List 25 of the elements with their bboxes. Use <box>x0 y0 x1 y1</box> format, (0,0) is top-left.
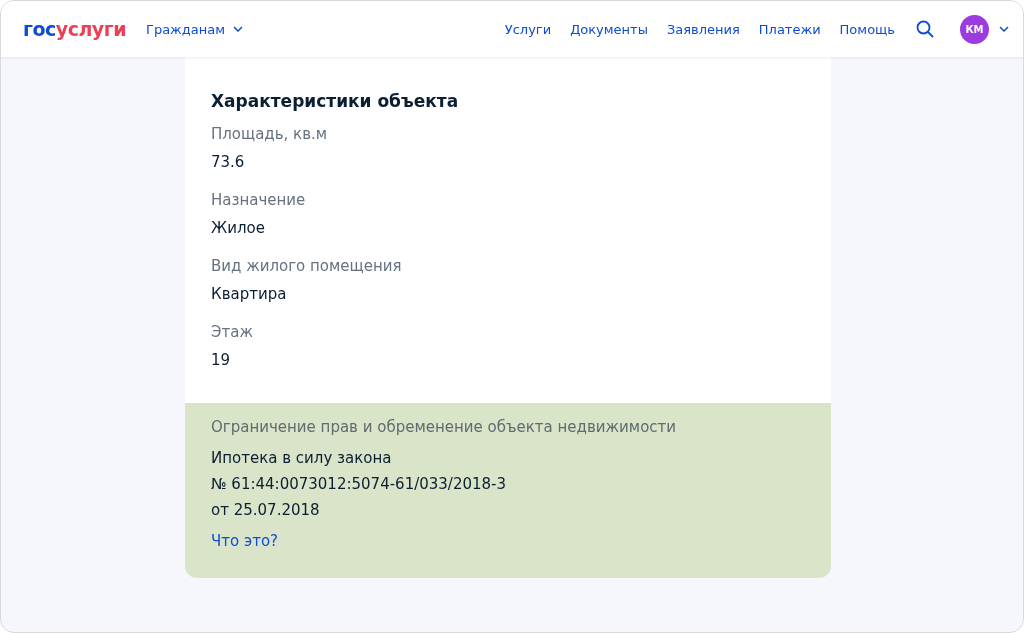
user-avatar[interactable]: КМ <box>960 14 989 44</box>
encumbrance-text: № 61:44:0073012:5074-61/033/2018-3 <box>211 474 508 495</box>
field-label: Площадь, кв.м <box>211 125 329 143</box>
section-title: Характеристики объекта <box>211 91 460 111</box>
field-label: Вид жилого помещения <box>211 257 403 275</box>
nav-link[interactable]: Услуги <box>504 21 552 37</box>
field-label: Этаж <box>211 323 254 341</box>
encumbrance-text: Ипотека в силу закона <box>211 448 393 469</box>
field-value: Жилое <box>211 219 266 237</box>
field-label: Ограничение прав и обременение объекта недвижимости <box>211 418 678 436</box>
nav-link[interactable]: Заявления <box>666 21 740 37</box>
field-value: 73.6 <box>211 153 246 171</box>
nav-link[interactable]: Помощь <box>839 21 895 37</box>
chevron-down-icon <box>999 26 1009 32</box>
nav-link[interactable]: Документы <box>570 21 648 37</box>
field-value: 19 <box>211 351 232 369</box>
nav-link[interactable]: Платежи <box>758 21 821 37</box>
audience-menu[interactable]: Гражданам <box>145 21 244 37</box>
field-value: Квартира <box>211 285 288 303</box>
field-label: Назначение <box>211 191 307 209</box>
chevron-down-icon <box>233 26 244 32</box>
help-link[interactable]: Что это? <box>211 532 279 550</box>
search-icon[interactable] <box>916 20 934 38</box>
logo[interactable]: госуслуги <box>23 18 126 40</box>
encumbrance-text: от 25.07.2018 <box>211 500 321 521</box>
